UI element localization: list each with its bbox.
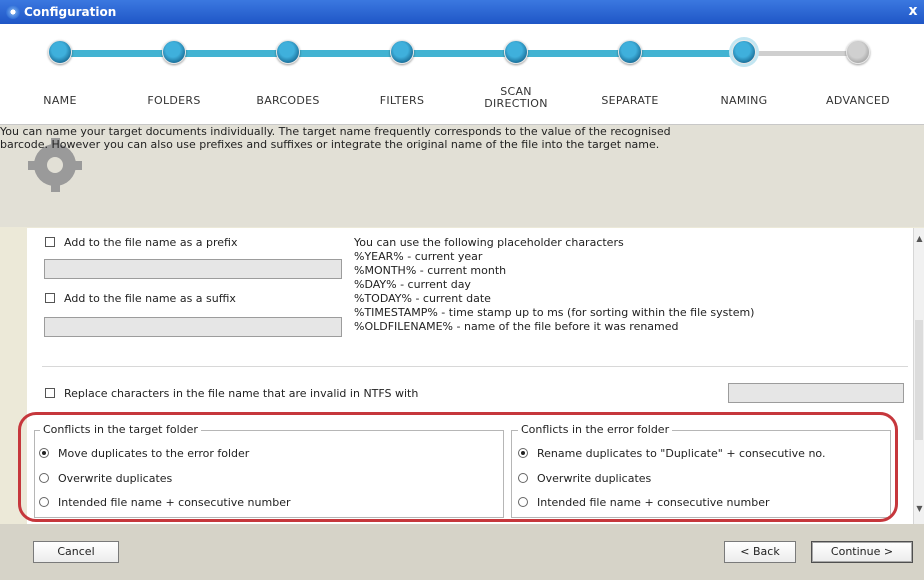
step-node-folders[interactable] (162, 40, 186, 64)
radio-error-rename-label: Rename duplicates to "Duplicate" + conse… (537, 447, 826, 460)
title-bar: Configuration x (0, 0, 924, 24)
radio-error-overwrite[interactable] (518, 473, 528, 483)
radio-error-consecutive[interactable] (518, 497, 528, 507)
placeholder-line: %YEAR% - current year (354, 250, 483, 263)
step-node-barcodes[interactable] (276, 40, 300, 64)
step-node-name[interactable] (48, 40, 72, 64)
radio-target-move[interactable] (39, 448, 49, 458)
prefix-label: Add to the file name as a prefix (64, 236, 238, 249)
step-label-filters: FILTERS (379, 94, 425, 107)
radio-error-overwrite-label: Overwrite duplicates (537, 472, 652, 485)
step-label-folders: FOLDERS (147, 94, 201, 107)
window-title: Configuration (24, 5, 117, 19)
prefix-checkbox[interactable] (45, 237, 55, 247)
radio-target-overwrite-label: Overwrite duplicates (58, 472, 173, 485)
suffix-label: Add to the file name as a suffix (64, 292, 236, 305)
placeholder-line: %OLDFILENAME% - name of the file before … (354, 320, 679, 333)
info-line-1: You can name your target documents indiv… (0, 125, 671, 138)
step-label-naming: NAMING (720, 94, 768, 107)
step-node-naming[interactable] (732, 40, 756, 64)
step-label-advanced: ADVANCED (826, 94, 890, 107)
radio-error-rename[interactable] (518, 448, 528, 458)
step-node-filters[interactable] (390, 40, 414, 64)
app-icon (6, 5, 20, 19)
radio-target-consecutive-label: Intended file name + consecutive number (58, 496, 291, 509)
close-icon[interactable]: x (904, 2, 922, 20)
cancel-button[interactable]: Cancel (33, 541, 119, 563)
placeholder-line: You can use the following placeholder ch… (354, 236, 624, 249)
progress-track-remaining (744, 51, 858, 56)
suffix-checkbox[interactable] (45, 293, 55, 303)
conflicts-error-legend: Conflicts in the error folder (518, 423, 673, 436)
step-label-separate: SEPARATE (601, 94, 659, 107)
step-node-scan-direction[interactable] (504, 40, 528, 64)
placeholder-help: You can use the following placeholder ch… (354, 236, 754, 334)
placeholder-line: %TODAY% - current date (354, 292, 491, 305)
replace-checkbox[interactable] (45, 388, 55, 398)
radio-target-consecutive[interactable] (39, 497, 49, 507)
radio-error-consecutive-label: Intended file name + consecutive number (537, 496, 770, 509)
step-label-barcodes: BARCODES (256, 94, 320, 107)
conflicts-target-legend: Conflicts in the target folder (40, 423, 201, 436)
step-label-scan-direction: SCAN DIRECTION (484, 85, 548, 110)
info-text: You can name your target documents indiv… (0, 125, 924, 151)
step-node-separate[interactable] (618, 40, 642, 64)
radio-target-overwrite[interactable] (39, 473, 49, 483)
step-node-advanced[interactable] (846, 40, 870, 64)
back-button[interactable]: < Back (724, 541, 796, 563)
suffix-input[interactable] (44, 317, 342, 337)
replace-label: Replace characters in the file name that… (64, 387, 419, 400)
scroll-up-icon[interactable]: ▲ (915, 234, 924, 244)
prefix-input[interactable] (44, 259, 342, 279)
vertical-scrollbar[interactable]: ▲ ▼ (913, 228, 924, 524)
replace-input[interactable] (728, 383, 904, 403)
placeholder-line: %MONTH% - current month (354, 264, 507, 277)
scroll-down-icon[interactable]: ▼ (915, 504, 924, 514)
info-line-2: barcode. However you can also use prefix… (0, 138, 660, 151)
radio-target-move-label: Move duplicates to the error folder (58, 447, 250, 460)
scroll-thumb[interactable] (915, 320, 923, 440)
step-label-name: NAME (43, 94, 77, 107)
continue-button[interactable]: Continue > (811, 541, 913, 563)
divider (42, 366, 908, 367)
placeholder-line: %TIMESTAMP% - time stamp up to ms (for s… (354, 306, 755, 319)
placeholder-line: %DAY% - current day (354, 278, 471, 291)
wizard-steps: NAME FOLDERS BARCODES FILTERS SCAN DIREC… (0, 24, 924, 125)
